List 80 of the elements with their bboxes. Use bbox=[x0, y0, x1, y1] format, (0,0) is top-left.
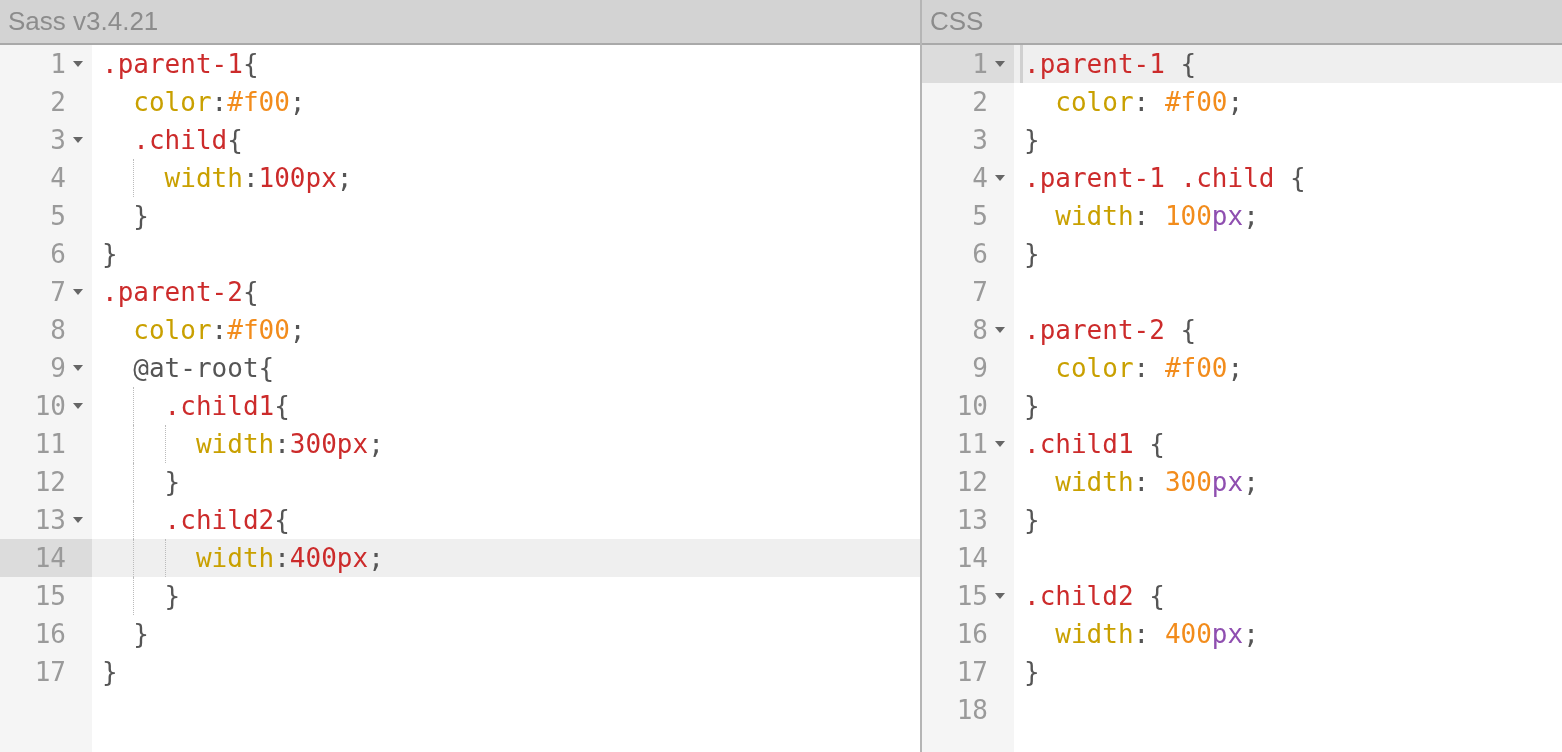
line-number: 17 bbox=[956, 655, 988, 689]
line-number: 2 bbox=[50, 85, 66, 119]
line-number: 4 bbox=[50, 161, 66, 195]
code-line: } bbox=[102, 237, 118, 271]
code-line: width: 300px; bbox=[1054, 465, 1259, 499]
line-number: 9 bbox=[50, 351, 66, 385]
code-line: } bbox=[1024, 123, 1040, 157]
line-number: 18 bbox=[956, 693, 988, 727]
code-line: } bbox=[1024, 655, 1040, 689]
code-line: color: #f00; bbox=[1054, 85, 1244, 119]
line-number: 17 bbox=[34, 655, 66, 689]
line-number: 12 bbox=[34, 465, 66, 499]
fold-icon[interactable] bbox=[995, 327, 1005, 333]
line-number: 8 bbox=[50, 313, 66, 347]
code-line: .child2{ bbox=[163, 503, 290, 537]
line-number: 15 bbox=[34, 579, 66, 613]
line-number: 10 bbox=[34, 389, 66, 423]
fold-icon[interactable] bbox=[73, 365, 83, 371]
line-number: 9 bbox=[972, 351, 988, 385]
line-number: 11 bbox=[956, 427, 988, 461]
code-line: } bbox=[132, 199, 149, 233]
code-line: color:#f00; bbox=[132, 313, 306, 347]
line-number: 10 bbox=[956, 389, 988, 423]
fold-icon[interactable] bbox=[995, 441, 1005, 447]
code-line: } bbox=[1024, 389, 1040, 423]
fold-icon[interactable] bbox=[995, 61, 1005, 67]
code-line: width:100px; bbox=[163, 161, 353, 195]
line-number: 8 bbox=[972, 313, 988, 347]
code-line: @at-root{ bbox=[132, 351, 275, 385]
pane-title: CSS bbox=[930, 5, 984, 38]
code-line: color:#f00; bbox=[132, 85, 306, 119]
code-line: } bbox=[102, 655, 118, 689]
pane-title: Sass v3.4.21 bbox=[8, 5, 159, 38]
line-number: 1 bbox=[972, 47, 988, 81]
line-number: 6 bbox=[972, 237, 988, 271]
line-number: 16 bbox=[34, 617, 66, 651]
line-number: 14 bbox=[34, 541, 66, 575]
fold-icon[interactable] bbox=[73, 61, 83, 67]
fold-icon[interactable] bbox=[995, 593, 1005, 599]
line-number: 2 bbox=[972, 85, 988, 119]
fold-icon[interactable] bbox=[73, 289, 83, 295]
code-line: .child{ bbox=[132, 123, 243, 157]
line-number: 7 bbox=[50, 275, 66, 309]
line-number: 5 bbox=[50, 199, 66, 233]
line-number: 15 bbox=[956, 579, 988, 613]
line-number: 4 bbox=[972, 161, 988, 195]
fold-icon[interactable] bbox=[73, 137, 83, 143]
code-line: .parent-1 .child { bbox=[1024, 161, 1306, 195]
code-line: .child2 { bbox=[1024, 579, 1165, 613]
code-line: width: 100px; bbox=[1054, 199, 1259, 233]
code-line: width:300px; bbox=[194, 427, 384, 461]
line-number: 1 bbox=[50, 47, 66, 81]
code-line: } bbox=[1024, 237, 1040, 271]
line-number: 12 bbox=[956, 465, 988, 499]
line-number: 5 bbox=[972, 199, 988, 233]
code-line: } bbox=[132, 617, 149, 651]
code-line: } bbox=[1024, 503, 1040, 537]
line-number: 7 bbox=[972, 275, 988, 309]
code-line: .parent-1 { bbox=[1024, 47, 1197, 81]
code-line: .parent-2{ bbox=[102, 275, 259, 309]
code-line: .parent-1{ bbox=[102, 47, 259, 81]
fold-icon[interactable] bbox=[73, 403, 83, 409]
code-line: .parent-2 { bbox=[1024, 313, 1197, 347]
fold-icon[interactable] bbox=[73, 517, 83, 523]
line-number: 14 bbox=[956, 541, 988, 575]
line-number: 3 bbox=[972, 123, 988, 157]
line-number: 13 bbox=[956, 503, 988, 537]
code-line: width: 400px; bbox=[1054, 617, 1259, 651]
line-number: 3 bbox=[50, 123, 66, 157]
line-number: 6 bbox=[50, 237, 66, 271]
fold-icon[interactable] bbox=[995, 175, 1005, 181]
line-number: 11 bbox=[34, 427, 66, 461]
code-line: } bbox=[163, 465, 181, 499]
code-line: width:400px; bbox=[194, 541, 384, 575]
line-number: 16 bbox=[956, 617, 988, 651]
code-line: color: #f00; bbox=[1054, 351, 1244, 385]
code-line: } bbox=[163, 579, 181, 613]
line-number: 13 bbox=[34, 503, 66, 537]
code-line: .child1 { bbox=[1024, 427, 1165, 461]
code-line: .child1{ bbox=[163, 389, 290, 423]
